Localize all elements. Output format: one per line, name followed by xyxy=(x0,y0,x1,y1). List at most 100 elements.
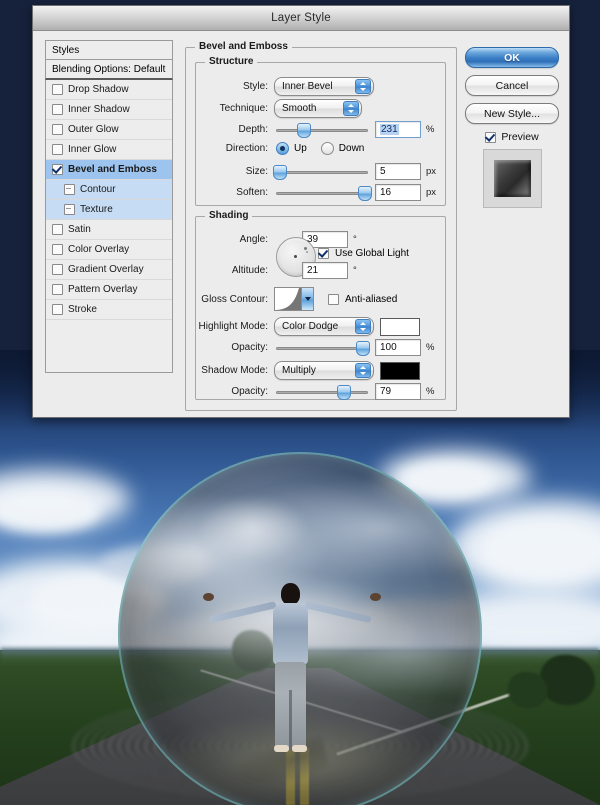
highlight-opacity-input[interactable]: 100 xyxy=(375,339,421,356)
structure-group-title: Structure xyxy=(205,56,257,67)
angle-unit: ° xyxy=(353,234,357,245)
depth-label: Depth: xyxy=(196,124,268,135)
style-enable-checkbox[interactable] xyxy=(64,204,75,215)
depth-slider-thumb[interactable] xyxy=(297,123,311,138)
chevron-down-icon xyxy=(301,288,313,310)
direction-up-radio[interactable] xyxy=(276,142,289,155)
styles-list[interactable]: Drop Shadow Inner Shadow Outer GlowInner G… xyxy=(45,80,173,373)
dialog-buttons: OK Cancel New Style... Preview xyxy=(465,47,559,208)
style-enable-checkbox[interactable] xyxy=(52,264,63,275)
shadow-mode-select[interactable]: Multiply xyxy=(274,361,374,380)
style-enable-checkbox[interactable] xyxy=(52,304,63,315)
depth-slider-track xyxy=(276,129,368,132)
size-input-value: 5 xyxy=(380,166,386,177)
soften-input[interactable]: 16 xyxy=(375,184,421,201)
shadow-opacity-input[interactable]: 79 xyxy=(375,383,421,400)
technique-select[interactable]: Smooth xyxy=(274,99,362,118)
altitude-input[interactable]: 21 xyxy=(302,262,348,279)
style-enable-checkbox[interactable] xyxy=(52,164,63,175)
styles-list-item[interactable]: Satin xyxy=(46,220,172,240)
styles-list-item[interactable]: Contour xyxy=(46,180,172,200)
gloss-contour-picker[interactable] xyxy=(274,287,314,311)
shadow-opacity-slider[interactable] xyxy=(276,385,368,399)
styles-list-item[interactable]: Pattern Overlay xyxy=(46,280,172,300)
depth-input-value: 231 xyxy=(380,124,399,135)
altitude-input-value: 21 xyxy=(307,265,318,276)
styles-list-item[interactable]: Gradient Overlay xyxy=(46,260,172,280)
chevron-updown-icon xyxy=(355,319,371,334)
styles-list-item[interactable]: Texture xyxy=(46,200,172,220)
depth-slider[interactable] xyxy=(276,123,368,137)
shading-group: Shading Angle: 39 ° xyxy=(195,216,446,400)
style-enable-checkbox[interactable] xyxy=(52,284,63,295)
styles-list-item[interactable]: Drop Shadow xyxy=(46,80,172,100)
shading-group-title: Shading xyxy=(205,210,252,221)
size-slider[interactable] xyxy=(276,165,368,179)
highlight-color-swatch[interactable] xyxy=(380,318,420,336)
chevron-updown-icon xyxy=(355,363,371,378)
style-enable-checkbox[interactable] xyxy=(52,104,63,115)
direction-down-radio[interactable] xyxy=(321,142,334,155)
soften-slider-track xyxy=(276,192,368,195)
styles-list-item[interactable]: Stroke xyxy=(46,300,172,320)
cancel-button[interactable]: Cancel xyxy=(465,75,559,96)
depth-input[interactable]: 231 xyxy=(375,121,421,138)
style-select-value: Inner Bevel xyxy=(275,81,333,92)
anti-aliased-label: Anti-aliased xyxy=(345,294,397,305)
highlight-opacity-value: 100 xyxy=(380,342,397,353)
soften-slider[interactable] xyxy=(276,186,368,200)
technique-label: Technique: xyxy=(196,103,268,114)
person-torso xyxy=(273,603,308,665)
person-left-hand xyxy=(203,593,214,601)
styles-list-item-label: Gradient Overlay xyxy=(68,264,144,275)
styles-header[interactable]: Styles xyxy=(45,40,173,60)
styles-list-item-label: Color Overlay xyxy=(68,244,129,255)
styles-list-item[interactable]: Inner Glow xyxy=(46,140,172,160)
size-slider-track xyxy=(276,171,368,174)
person-leg-split xyxy=(289,690,292,750)
use-global-light-checkbox[interactable] xyxy=(318,248,329,259)
blending-options-row[interactable]: Blending Options: Default xyxy=(45,60,173,80)
size-input[interactable]: 5 xyxy=(375,163,421,180)
highlight-mode-select[interactable]: Color Dodge xyxy=(274,317,374,336)
angle-dial-indicator xyxy=(304,247,307,250)
shadow-mode-value: Multiply xyxy=(275,365,316,376)
styles-list-item-label: Pattern Overlay xyxy=(68,284,137,295)
styles-header-label: Styles xyxy=(52,45,79,56)
style-enable-checkbox[interactable] xyxy=(64,184,75,195)
style-enable-checkbox[interactable] xyxy=(52,244,63,255)
style-enable-checkbox[interactable] xyxy=(52,224,63,235)
style-enable-checkbox[interactable] xyxy=(52,144,63,155)
highlight-opacity-unit: % xyxy=(426,342,434,353)
style-enable-checkbox[interactable] xyxy=(52,84,63,95)
dialog-titlebar[interactable]: Layer Style xyxy=(33,6,569,31)
style-select[interactable]: Inner Bevel xyxy=(274,77,374,96)
soften-input-value: 16 xyxy=(380,187,391,198)
shadow-color-swatch[interactable] xyxy=(380,362,420,380)
anti-aliased-checkbox[interactable] xyxy=(328,294,339,305)
new-style-button[interactable]: New Style... xyxy=(465,103,559,124)
size-slider-thumb[interactable] xyxy=(273,165,287,180)
blending-options-label: Blending Options: Default xyxy=(52,64,165,75)
angle-dial-indicator-secondary xyxy=(306,251,308,253)
preview-toggle-row[interactable]: Preview xyxy=(465,131,559,143)
soften-slider-thumb[interactable] xyxy=(358,186,372,201)
shadow-opacity-slider-thumb[interactable] xyxy=(337,385,351,400)
styles-list-item[interactable]: Outer Glow xyxy=(46,120,172,140)
highlight-opacity-label: Opacity: xyxy=(196,342,268,353)
shadow-opacity-unit: % xyxy=(426,386,434,397)
highlight-opacity-slider[interactable] xyxy=(276,341,368,355)
ok-button[interactable]: OK xyxy=(465,47,559,68)
styles-list-item-label: Inner Shadow xyxy=(68,104,130,115)
styles-list-item[interactable]: Inner Shadow xyxy=(46,100,172,120)
styles-list-item-label: Satin xyxy=(68,224,91,235)
styles-list-item[interactable]: Color Overlay xyxy=(46,240,172,260)
preview-checkbox[interactable] xyxy=(485,132,496,143)
styles-list-item[interactable]: Bevel and Emboss xyxy=(46,160,172,180)
tree xyxy=(508,672,548,708)
style-enable-checkbox[interactable] xyxy=(52,124,63,135)
bevel-and-emboss-group: Bevel and Emboss Structure Style: Inner … xyxy=(185,47,457,411)
cloud xyxy=(480,520,600,580)
shadow-mode-label: Shadow Mode: xyxy=(196,365,268,376)
highlight-opacity-slider-thumb[interactable] xyxy=(356,341,370,356)
